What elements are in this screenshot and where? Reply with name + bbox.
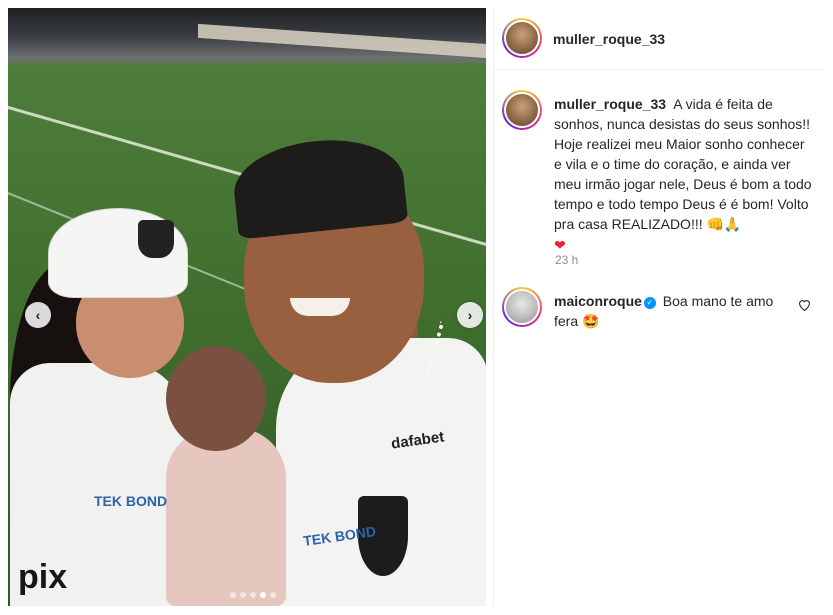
caption-text: muller_roque_33 A vida é feita de sonhos… xyxy=(554,94,816,256)
carousel-indicator xyxy=(230,592,276,598)
baby-head xyxy=(166,346,266,451)
chevron-right-icon: › xyxy=(467,307,473,323)
comment-emoji: 🤩 xyxy=(582,314,600,330)
caption-emojis: 👊🙏 xyxy=(706,217,742,233)
post-header: muller_roque_33 xyxy=(494,8,824,70)
shirt-sponsor: pix xyxy=(18,558,68,596)
avatar[interactable] xyxy=(502,90,542,130)
verified-badge-icon: ✓ xyxy=(643,297,656,309)
comment-text: maiconroque ✓ Boa mano te amo fera 🤩 xyxy=(554,291,794,332)
next-slide-button[interactable]: › xyxy=(457,302,483,328)
baby-outfit xyxy=(166,428,286,606)
heart-emoji: ❤ xyxy=(554,238,566,254)
club-badge xyxy=(138,220,174,258)
chevron-left-icon: ‹ xyxy=(35,307,41,323)
avatar[interactable] xyxy=(502,287,542,327)
heart-outline-icon xyxy=(799,300,810,312)
carousel-dot xyxy=(250,592,256,598)
comment-username[interactable]: maiconroque xyxy=(554,293,642,309)
instagram-post-modal: dafabet TEK BOND TEK BOND pix ‹ › muller… xyxy=(0,0,833,615)
prev-slide-button[interactable]: ‹ xyxy=(25,302,51,328)
carousel-dot-active xyxy=(260,592,266,598)
post-media[interactable]: dafabet TEK BOND TEK BOND pix ‹ › xyxy=(8,8,486,606)
caption-body: A vida é feita de sonhos, nunca desistas… xyxy=(554,96,812,232)
carousel-dot xyxy=(240,592,246,598)
smile xyxy=(290,298,350,316)
avatar[interactable] xyxy=(502,18,542,58)
caption-username[interactable]: muller_roque_33 xyxy=(554,96,666,112)
post-timestamp[interactable]: 23 h xyxy=(555,253,578,267)
divider xyxy=(493,8,494,606)
shirt-sponsor: TEK BOND xyxy=(94,493,168,509)
carousel-dot xyxy=(270,592,276,598)
like-comment-button[interactable] xyxy=(798,299,811,314)
carousel-dot xyxy=(230,592,236,598)
author-username[interactable]: muller_roque_33 xyxy=(553,31,665,47)
